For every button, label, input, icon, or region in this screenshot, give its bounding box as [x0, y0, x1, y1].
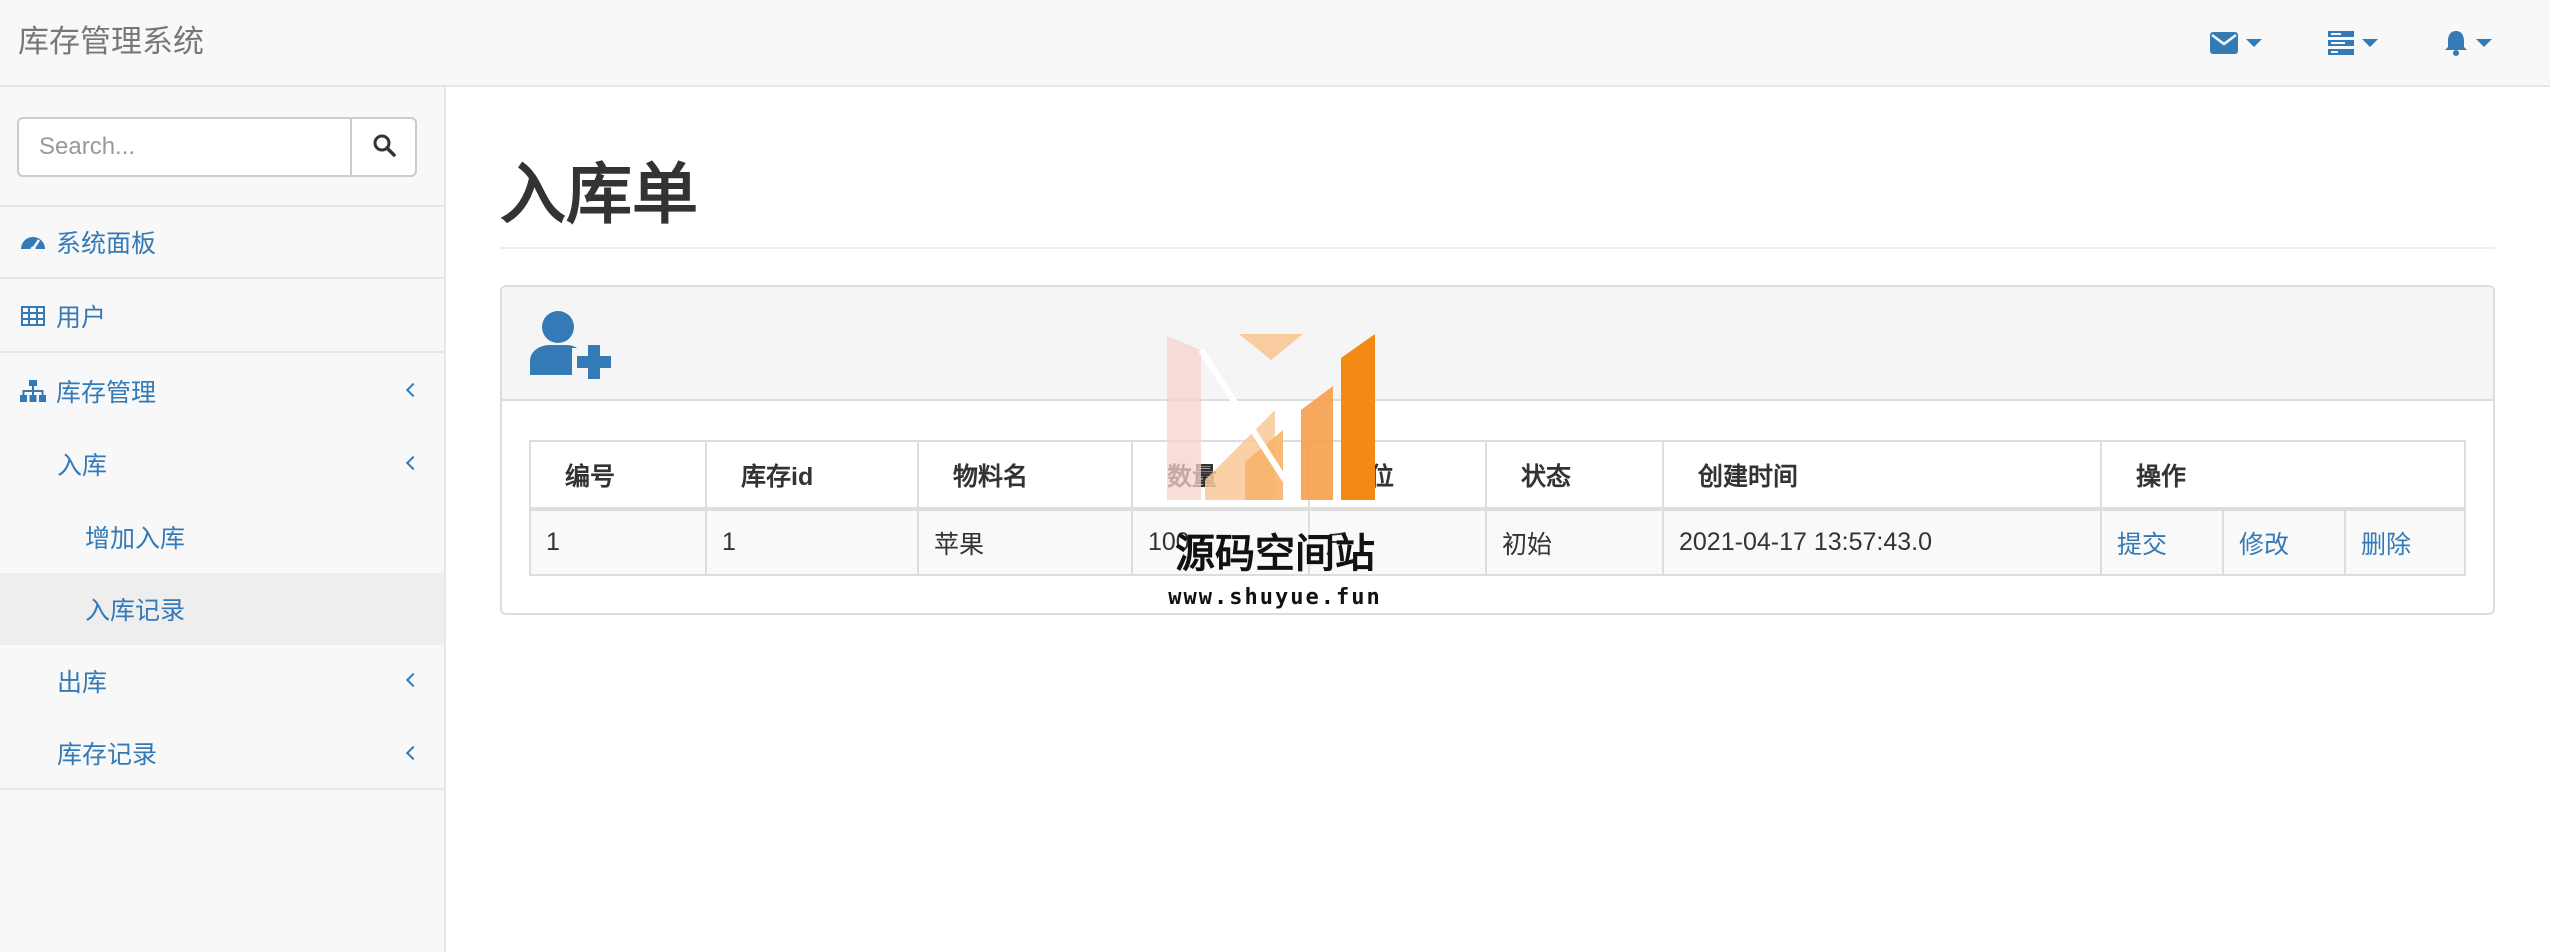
column-header: 状态 — [1485, 440, 1664, 511]
chevron-left-icon — [405, 672, 421, 688]
column-header: 创建时间 — [1662, 440, 2102, 511]
sidebar-item-label: 库存记录 — [57, 740, 158, 769]
app-title[interactable]: 库存管理系统 — [18, 22, 204, 62]
cell-status: 初始 — [1485, 508, 1664, 576]
sidebar-item-label: 增加入库 — [85, 524, 186, 553]
table-row: 1 1 苹果 100 斤 初始 2021-04-17 13:57:43.0 提交… — [529, 508, 2466, 576]
sidebar-item-inbound-records[interactable]: 入库记录 — [0, 573, 444, 645]
submit-link[interactable]: 提交 — [2117, 531, 2167, 559]
sidebar-item-add-inbound[interactable]: 增加入库 — [0, 501, 444, 573]
column-header: 物料名 — [917, 440, 1133, 511]
column-header: 库存id — [705, 440, 919, 511]
chevron-left-icon — [405, 745, 421, 761]
divider — [500, 247, 2495, 249]
sidebar-item-label: 用户 — [56, 303, 107, 332]
sidebar-item-stock-records[interactable]: 库存记录 — [0, 718, 444, 790]
alerts-dropdown[interactable] — [2444, 26, 2492, 60]
cell-action: 删除 — [2344, 508, 2466, 576]
chevron-down-icon — [2476, 39, 2492, 47]
inbound-table: 编号 库存id 物料名 数量 单位 状态 创建时间 操作 1 1 苹果 100 … — [529, 440, 2466, 576]
page-title: 入库单 — [500, 156, 698, 233]
sidebar-item-label: 库存管理 — [56, 378, 157, 407]
chevron-left-icon — [405, 455, 421, 471]
sidebar-search — [17, 117, 417, 177]
sidebar-item-inventory[interactable]: 库存管理 — [0, 355, 444, 427]
sidebar-item-label: 系统面板 — [56, 229, 157, 258]
cell-created: 2021-04-17 13:57:43.0 — [1662, 508, 2102, 576]
search-button[interactable] — [350, 117, 417, 177]
sidebar-item-label: 入库 — [57, 451, 108, 480]
tasks-icon — [2328, 31, 2354, 55]
column-header: 编号 — [529, 440, 707, 511]
top-navbar: 库存管理系统 — [0, 0, 2550, 87]
envelope-icon — [2210, 32, 2238, 54]
search-input[interactable] — [17, 117, 350, 177]
edit-link[interactable]: 修改 — [2239, 531, 2289, 559]
add-user-icon[interactable] — [528, 309, 620, 383]
chevron-left-icon — [405, 382, 421, 398]
watermark-text: 源码空间站 — [1175, 531, 1375, 577]
chevron-down-icon — [2362, 39, 2378, 47]
table-header-row: 编号 库存id 物料名 数量 单位 状态 创建时间 操作 — [529, 440, 2466, 511]
dashboard-icon — [20, 229, 46, 255]
cell-material: 苹果 — [917, 508, 1133, 576]
sidebar-item-dashboard[interactable]: 系统面板 — [0, 207, 444, 279]
cell-action: 修改 — [2222, 508, 2346, 576]
cell-stock-id: 1 — [705, 508, 919, 576]
column-header: 操作 — [2100, 440, 2466, 511]
search-icon — [372, 133, 396, 161]
table-icon — [20, 303, 46, 329]
sidebar-item-label: 入库记录 — [85, 596, 186, 625]
sidebar-item-inbound[interactable]: 入库 — [0, 428, 444, 500]
sitemap-icon — [20, 378, 46, 404]
bell-icon — [2444, 30, 2468, 56]
sidebar-item-users[interactable]: 用户 — [0, 281, 444, 353]
watermark-url: www.shuyue.fun — [1168, 585, 1382, 610]
tasks-dropdown[interactable] — [2328, 26, 2378, 60]
delete-link[interactable]: 删除 — [2361, 531, 2411, 559]
inbound-panel: 编号 库存id 物料名 数量 单位 状态 创建时间 操作 1 1 苹果 100 … — [500, 285, 2495, 615]
panel-heading — [502, 287, 2493, 401]
sidebar-item-outbound[interactable]: 出库 — [0, 645, 444, 717]
messages-dropdown[interactable] — [2210, 26, 2262, 60]
sidebar: 系统面板 用户 库存管理 入库 — [0, 87, 446, 952]
chevron-down-icon — [2246, 39, 2262, 47]
sidebar-item-label: 出库 — [57, 668, 108, 697]
cell-id: 1 — [529, 508, 707, 576]
cell-action: 提交 — [2100, 508, 2224, 576]
